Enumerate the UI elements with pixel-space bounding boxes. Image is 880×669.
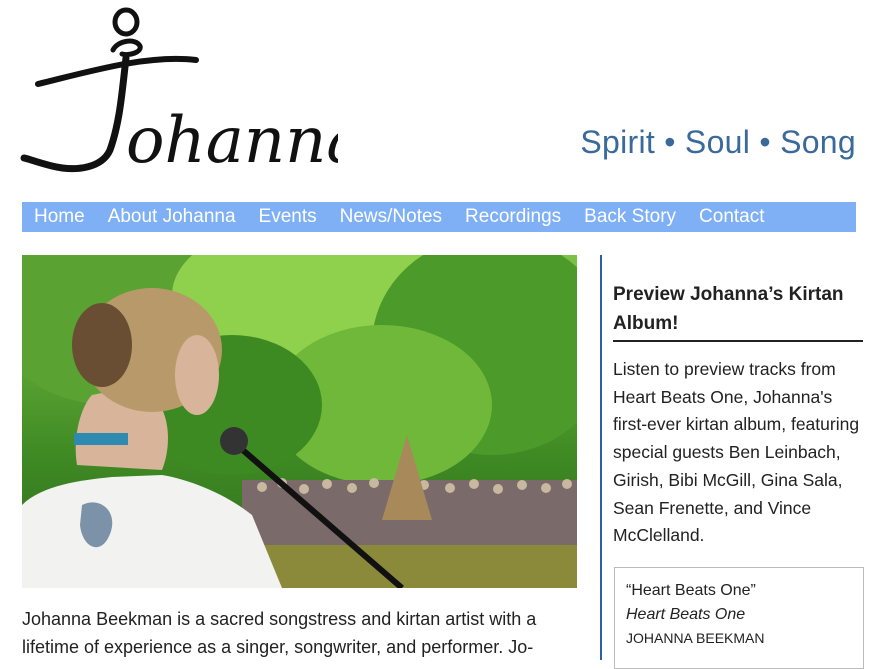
nav-home[interactable]: Home [34, 206, 85, 228]
nav-about-johanna[interactable]: About Johanna [108, 206, 236, 228]
intro-line-1: Johanna Beekman is a sacred songstress a… [22, 609, 537, 629]
sidebar: Preview Johanna’s Kirtan Album! Listen t… [613, 280, 863, 550]
logo-text: ohanna [126, 104, 338, 178]
tagline: Spirit • Soul • Song [580, 124, 856, 160]
player-artist[interactable]: JOHANNA BEEKMAN [626, 630, 764, 646]
site-header: ohanna Spirit • Soul • Song [0, 0, 880, 200]
sidebar-description: Listen to preview tracks from Heart Beat… [613, 359, 860, 546]
nav-contact[interactable]: Contact [699, 206, 764, 228]
nav-events[interactable]: Events [259, 206, 317, 228]
hero-photo [22, 255, 577, 588]
audio-player-widget[interactable]: “Heart Beats One” Heart Beats One JOHANN… [614, 567, 864, 669]
sidebar-divider [600, 255, 602, 660]
nav-back-story[interactable]: Back Story [584, 206, 676, 228]
page-content: Johanna Beekman is a sacred songstress a… [0, 240, 880, 669]
nav-news-notes[interactable]: News/Notes [340, 206, 442, 228]
sidebar-title: Preview Johanna’s Kirtan Album! [613, 280, 863, 342]
player-album-title[interactable]: Heart Beats One [626, 606, 745, 624]
main-nav: Home About Johanna Events News/Notes Rec… [22, 202, 856, 232]
player-track-title: “Heart Beats One” [626, 582, 756, 599]
nav-recordings[interactable]: Recordings [465, 206, 561, 228]
intro-line-2: lifetime of experience as a singer, song… [22, 637, 534, 657]
intro-paragraph: Johanna Beekman is a sacred songstress a… [22, 605, 582, 661]
johanna-logo[interactable]: ohanna [18, 2, 338, 180]
